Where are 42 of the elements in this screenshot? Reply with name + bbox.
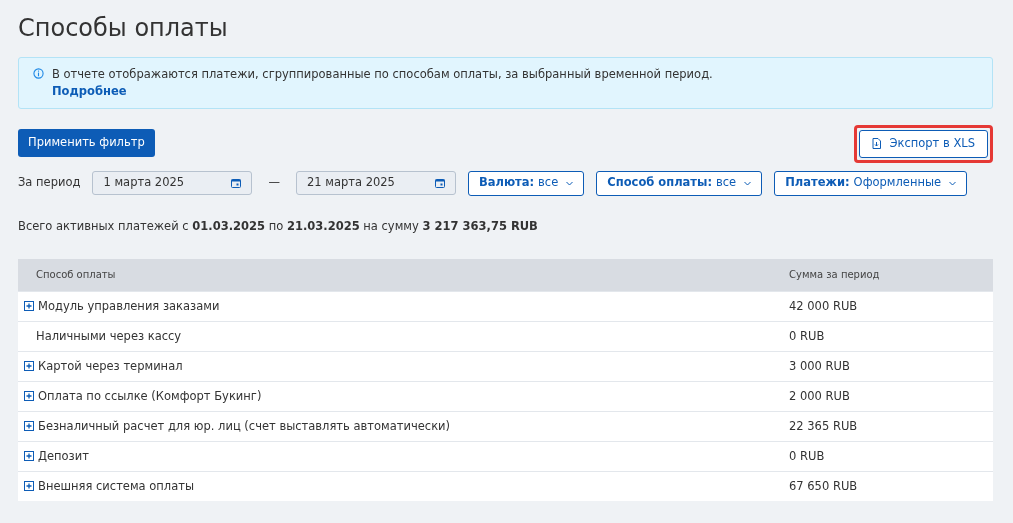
column-header: Сумма за период [789,268,881,283]
table-cell: Внешняя система оплаты [38,477,195,495]
apply-filter-button[interactable]: Применить фильтр [18,129,155,157]
table-cell: 42 000 RUB [789,298,858,313]
expand-icon[interactable] [24,361,34,372]
table-cell: 67 650 RUB [789,478,858,493]
filter-dropdown[interactable]: Способ оплаты: все [596,170,763,196]
table-cell: 22 365 RUB [789,418,858,433]
expand-icon[interactable] [24,421,34,432]
column-header: Способ оплаты [35,268,117,283]
table-cell: Наличными через кассу [36,327,182,345]
table-cell: 2 000 RUB [789,388,850,403]
table-cell: 3 000 RUB [789,358,850,373]
expand-icon[interactable] [24,301,34,312]
table-cell: 0 RUB [789,448,825,463]
table-cell: Оплата по ссылке (Комфорт Букинг) [38,387,262,405]
chevron-icon [744,180,752,186]
info-text: В отчете отображаются платежи, сгруппированные по способам оплаты, за выбранный временной период. [52,65,713,83]
date-field[interactable]: 1 марта 2025 [92,171,253,196]
table-cell: 0 RUB [789,328,825,343]
date-separator: — [268,174,280,192]
filter-dropdown[interactable]: Валюта: все [467,170,585,196]
table-cell: Картой через терминал [38,357,183,375]
chevron-icon [566,180,574,186]
calendar-icon [231,178,242,189]
expand-icon[interactable] [24,481,34,492]
period-label: За период [18,174,81,192]
table-cell: Депозит [38,447,89,465]
export-button[interactable]: Экспорт в XLS [859,130,988,158]
calendar-icon [434,178,445,189]
page-title: Способы оплаты [18,14,229,43]
expand-icon[interactable] [24,451,34,462]
expand-icon[interactable] [24,391,34,402]
date-field[interactable]: 21 марта 2025 [295,171,456,196]
info-icon [33,67,44,79]
chevron-icon [949,180,957,186]
summary-text: Всего активных платежей с 01.03.2025 по 21.03.2025 на сумму 3 217 363,75 RUB [18,217,539,235]
table-cell: Безналичный расчет для юр. лиц (счет выставлять автоматически) [38,417,451,435]
table-cell: Модуль управления заказами [38,297,220,315]
more-link[interactable]: Подробнее [52,84,127,99]
file-download-icon [872,138,882,150]
filter-dropdown[interactable]: Платежи: Оформленные [774,170,968,196]
